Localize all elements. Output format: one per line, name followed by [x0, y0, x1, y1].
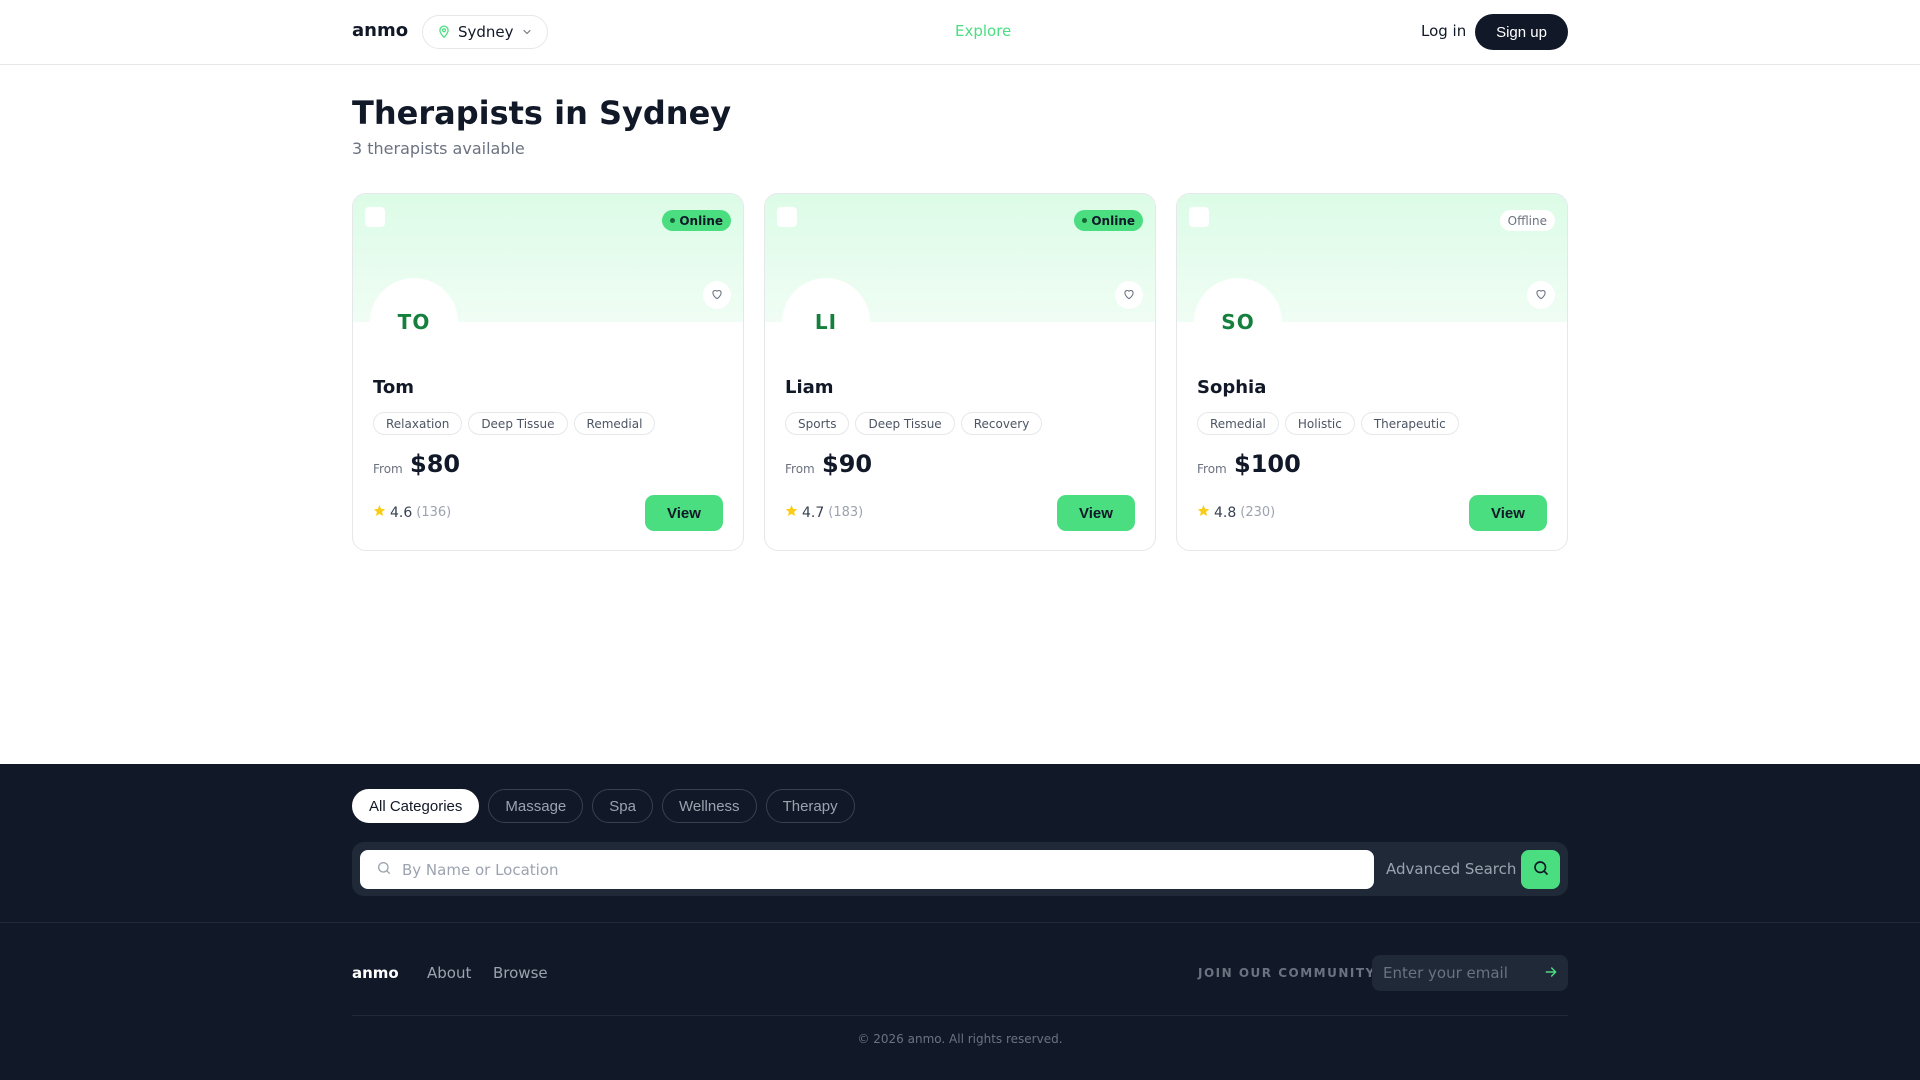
therapist-name[interactable]: Sophia [1197, 377, 1266, 398]
copyright: © 2026 anmo. All rights reserved. [857, 1032, 1063, 1046]
review-count: (136) [416, 505, 452, 520]
divider [352, 1015, 1568, 1016]
category-chip-wellness[interactable]: Wellness [661, 789, 757, 823]
status-dot [670, 218, 676, 223]
category-chip-therapy[interactable]: Therapy [765, 789, 855, 823]
favorite-button[interactable] [1527, 281, 1555, 309]
search-bar: Advanced Search [352, 842, 1568, 896]
view-button[interactable]: View [1057, 495, 1135, 531]
logo[interactable]: anmo [352, 20, 408, 41]
category-filters: All Categories Massage Spa Wellness Ther… [352, 789, 855, 823]
rating-value: 4.7 [802, 504, 825, 521]
chevron-down-icon [521, 26, 533, 38]
rating: 4.7 (183) [785, 504, 863, 521]
heart-icon [1534, 286, 1548, 305]
price: $100 [1234, 450, 1301, 478]
heart-icon [1122, 286, 1136, 305]
status-label: Online [679, 213, 723, 228]
location-selector[interactable]: Sydney [422, 15, 548, 49]
specialty-tag: Recovery [960, 412, 1043, 435]
price: $80 [410, 450, 461, 478]
avatar: SO [1194, 278, 1282, 366]
search-button[interactable] [1521, 850, 1560, 889]
status-label: Online [1091, 213, 1135, 228]
price-from-label: From [785, 462, 815, 476]
price-from-label: From [373, 462, 403, 476]
search-icon [376, 860, 392, 880]
specialty-tag: Remedial [573, 412, 656, 435]
page-title: Therapists in Sydney [352, 94, 732, 132]
search-input[interactable] [402, 860, 1362, 879]
footer-logo[interactable]: anmo [352, 964, 399, 982]
review-count: (230) [1240, 505, 1276, 520]
login-link[interactable]: Log in [1421, 22, 1466, 40]
avatar: LI [782, 278, 870, 366]
price-from-label: From [1197, 462, 1227, 476]
footer-about-link[interactable]: About [427, 964, 471, 982]
star-icon [373, 504, 386, 521]
map-pin-icon [437, 25, 451, 39]
avatar: TO [370, 278, 458, 366]
compare-checkbox[interactable] [365, 207, 385, 227]
view-button[interactable]: View [645, 495, 723, 531]
status-badge: Online [1074, 210, 1143, 231]
review-count: (183) [828, 505, 864, 520]
status-badge: Online [662, 210, 731, 231]
specialty-tag: Therapeutic [1360, 412, 1459, 435]
category-chip-massage[interactable]: Massage [488, 789, 584, 823]
specialty-tag: Remedial [1197, 412, 1279, 435]
join-community-label: JOIN OUR COMMUNITY [1198, 966, 1376, 980]
footer-section: All Categories Massage Spa Wellness Ther… [0, 764, 1920, 1080]
therapist-card[interactable]: Online TO Tom Relaxation Deep Tissue Rem… [352, 193, 744, 551]
therapist-name[interactable]: Liam [785, 377, 834, 398]
results-count: 3 therapists available [352, 139, 525, 158]
compare-checkbox[interactable] [777, 207, 797, 227]
top-nav: anmo Sydney Explore Log in Sign up [0, 0, 1920, 65]
search-icon [1532, 859, 1550, 880]
arrow-right-icon [1543, 964, 1559, 983]
compare-checkbox[interactable] [1189, 207, 1209, 227]
rating-value: 4.6 [390, 504, 413, 521]
specialty-tag: Sports [785, 412, 850, 435]
rating: 4.8 (230) [1197, 504, 1275, 521]
specialty-tags: Remedial Holistic Therapeutic [1197, 412, 1459, 435]
nav-explore-link[interactable]: Explore [955, 22, 1011, 40]
footer-browse-link[interactable]: Browse [493, 964, 548, 982]
therapist-card[interactable]: Offline SO Sophia Remedial Holistic Ther… [1176, 193, 1568, 551]
specialty-tags: Relaxation Deep Tissue Remedial [373, 412, 656, 435]
specialty-tag: Deep Tissue [468, 412, 568, 435]
status-badge: Offline [1499, 210, 1555, 231]
specialty-tag: Holistic [1284, 412, 1355, 435]
location-label: Sydney [458, 23, 514, 41]
specialty-tag: Deep Tissue [855, 412, 955, 435]
rating-value: 4.8 [1214, 504, 1237, 521]
therapist-card[interactable]: Online LI Liam Sports Deep Tissue Recove… [764, 193, 1156, 551]
advanced-search-link[interactable]: Advanced Search [1386, 860, 1516, 878]
search-field[interactable] [360, 850, 1374, 889]
specialty-tags: Sports Deep Tissue Recovery [785, 412, 1043, 435]
heart-icon [710, 286, 724, 305]
category-chip-all[interactable]: All Categories [352, 789, 480, 823]
rating: 4.6 (136) [373, 504, 451, 521]
email-field[interactable] [1383, 964, 1533, 982]
specialty-tag: Relaxation [373, 412, 463, 435]
favorite-button[interactable] [703, 281, 731, 309]
favorite-button[interactable] [1115, 281, 1143, 309]
price: $90 [822, 450, 873, 478]
newsletter-submit-button[interactable] [1542, 964, 1560, 982]
star-icon [1197, 504, 1210, 521]
therapist-name[interactable]: Tom [373, 377, 414, 398]
category-chip-spa[interactable]: Spa [592, 789, 653, 823]
divider [0, 922, 1920, 923]
newsletter-form [1372, 955, 1568, 991]
signup-button[interactable]: Sign up [1475, 14, 1568, 50]
view-button[interactable]: View [1469, 495, 1547, 531]
status-dot [1082, 218, 1088, 223]
star-icon [785, 504, 798, 521]
